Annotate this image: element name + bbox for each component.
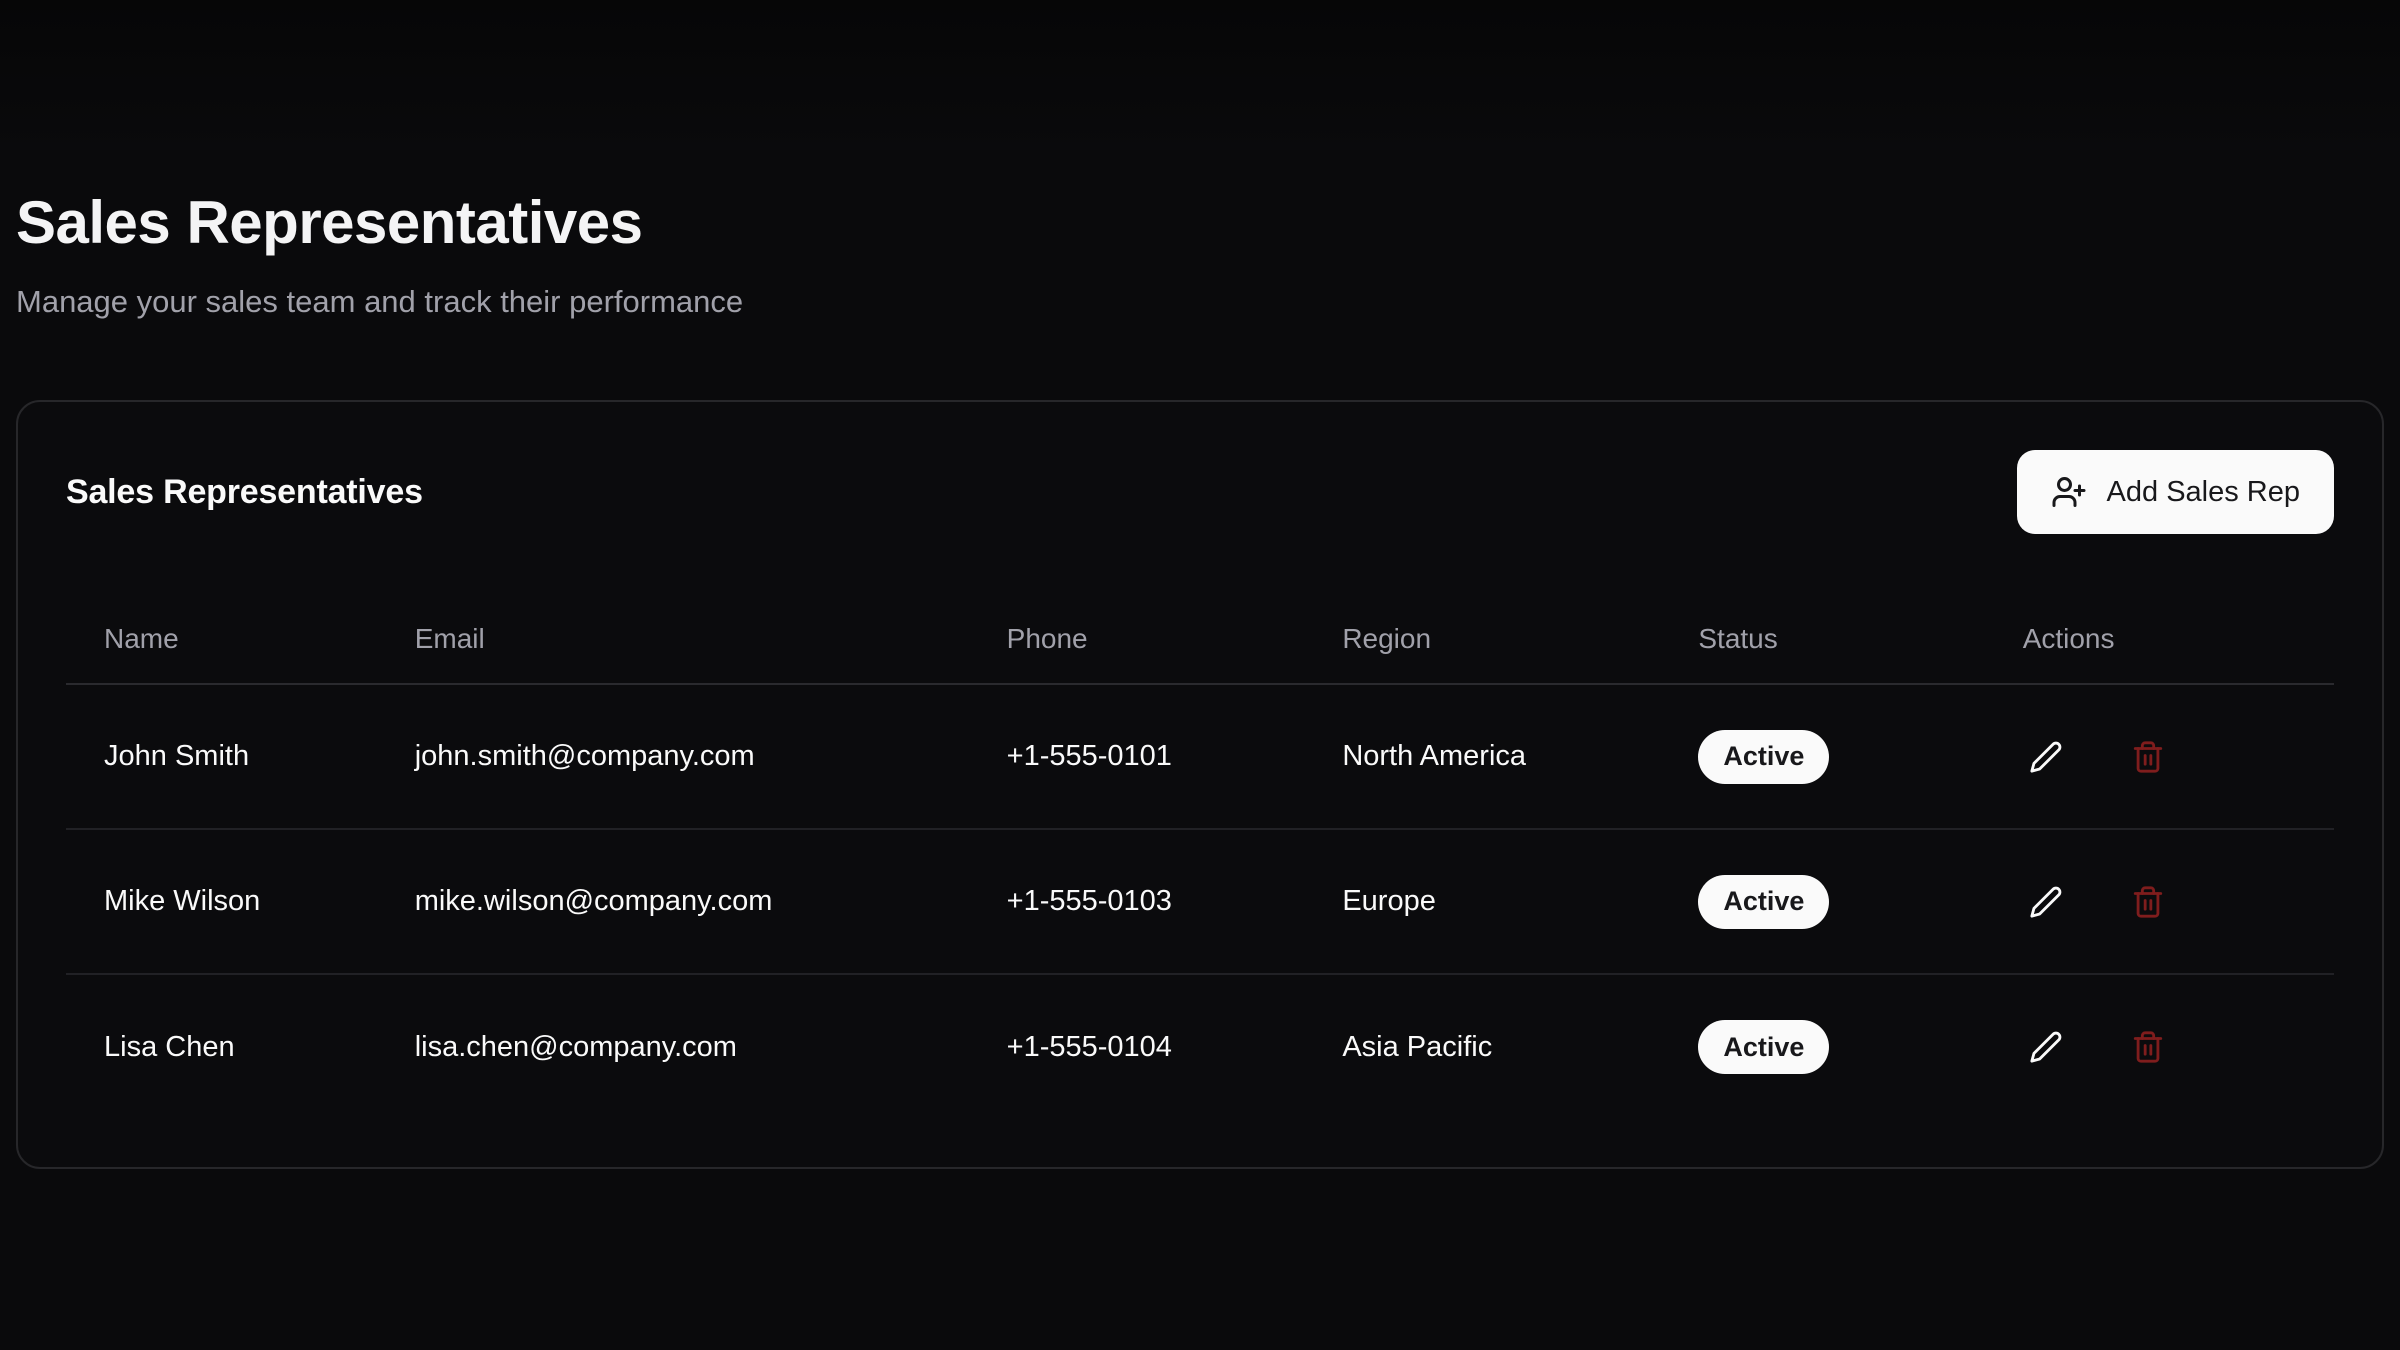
trash-icon: [2131, 1030, 2165, 1064]
add-sales-rep-button[interactable]: Add Sales Rep: [2017, 450, 2334, 534]
edit-button[interactable]: [2023, 1024, 2069, 1070]
user-plus-icon: [2051, 474, 2087, 510]
pencil-icon: [2029, 1030, 2063, 1064]
row-actions: [2023, 734, 2322, 780]
pencil-icon: [2029, 885, 2063, 919]
status-badge: Active: [1698, 1020, 1829, 1074]
delete-button[interactable]: [2125, 734, 2171, 780]
page-subtitle: Manage your sales team and track their p…: [16, 282, 2384, 322]
status-badge: Active: [1698, 730, 1829, 784]
column-header-region: Region: [1304, 594, 1660, 684]
table-row: Lisa Chen lisa.chen@company.com +1-555-0…: [66, 974, 2334, 1119]
rep-email: john.smith@company.com: [377, 684, 969, 829]
rep-phone: +1-555-0104: [969, 974, 1305, 1119]
trash-icon: [2131, 885, 2165, 919]
delete-button[interactable]: [2125, 1024, 2171, 1070]
row-actions: [2023, 1024, 2322, 1070]
add-sales-rep-label: Add Sales Rep: [2107, 476, 2300, 509]
edit-button[interactable]: [2023, 879, 2069, 925]
rep-phone: +1-555-0101: [969, 684, 1305, 829]
card-header: Sales Representatives Add Sales Rep: [66, 450, 2334, 534]
delete-button[interactable]: [2125, 879, 2171, 925]
rep-email: mike.wilson@company.com: [377, 829, 969, 974]
table-row: John Smith john.smith@company.com +1-555…: [66, 684, 2334, 829]
trash-icon: [2131, 740, 2165, 774]
row-actions: [2023, 879, 2322, 925]
sales-reps-table: Name Email Phone Region Status Actions J…: [66, 594, 2334, 1119]
rep-region: Europe: [1304, 829, 1660, 974]
rep-name: Lisa Chen: [66, 974, 377, 1119]
column-header-actions: Actions: [1985, 594, 2334, 684]
card-title: Sales Representatives: [66, 473, 423, 512]
rep-region: Asia Pacific: [1304, 974, 1660, 1119]
page-title: Sales Representatives: [16, 186, 2384, 260]
column-header-phone: Phone: [969, 594, 1305, 684]
page: Sales Representatives Manage your sales …: [0, 0, 2400, 1350]
page-header: Sales Representatives Manage your sales …: [16, 186, 2384, 322]
rep-name: John Smith: [66, 684, 377, 829]
column-header-email: Email: [377, 594, 969, 684]
pencil-icon: [2029, 740, 2063, 774]
table-row: Mike Wilson mike.wilson@company.com +1-5…: [66, 829, 2334, 974]
column-header-name: Name: [66, 594, 377, 684]
sales-reps-card: Sales Representatives Add Sales Rep: [16, 400, 2384, 1169]
rep-phone: +1-555-0103: [969, 829, 1305, 974]
rep-email: lisa.chen@company.com: [377, 974, 969, 1119]
rep-name: Mike Wilson: [66, 829, 377, 974]
status-badge: Active: [1698, 875, 1829, 929]
column-header-status: Status: [1660, 594, 1984, 684]
table-header-row: Name Email Phone Region Status Actions: [66, 594, 2334, 684]
edit-button[interactable]: [2023, 734, 2069, 780]
rep-region: North America: [1304, 684, 1660, 829]
